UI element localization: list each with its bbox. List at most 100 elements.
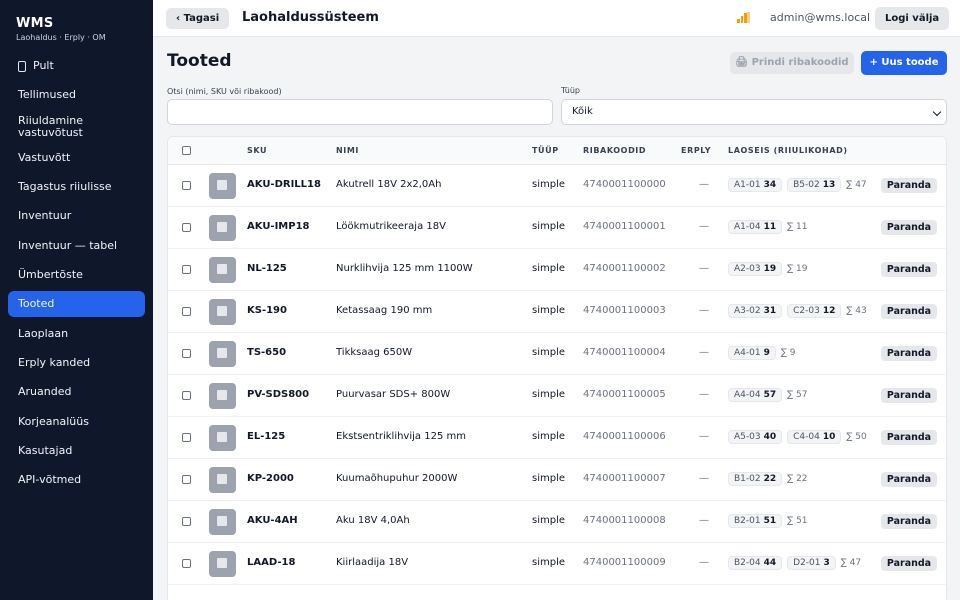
type-select[interactable]: Kõik [561, 99, 947, 125]
edit-button[interactable]: Paranda [881, 346, 937, 361]
row-checkbox[interactable] [182, 559, 191, 568]
product-thumbnail [209, 383, 236, 409]
brand-title: WMS [16, 16, 54, 31]
type-cell: simple [532, 263, 566, 274]
product-thumbnail [209, 341, 236, 367]
row-checkbox[interactable] [182, 181, 191, 190]
row-checkbox[interactable] [182, 391, 191, 400]
sidebar-item-label: Tagastus riiulisse [18, 180, 112, 194]
row-checkbox[interactable] [182, 349, 191, 358]
erply-cell: — [699, 263, 709, 274]
sidebar-item[interactable]: Tagastus riiulisse [8, 174, 145, 200]
sidebar-item[interactable]: API-võtmed [8, 467, 145, 493]
location-chip: A5-03 40 [728, 430, 783, 444]
select-all-checkbox[interactable] [182, 146, 191, 155]
new-product-button[interactable]: + Uus toode [861, 51, 947, 75]
sidebar-item[interactable]: Korjeanalüüs [8, 409, 145, 435]
stock-total: ∑ 50 [846, 432, 867, 442]
product-thumbnail [209, 425, 236, 451]
sidebar-item[interactable]: Kasutajad [8, 438, 145, 464]
sidebar-item-label: Korjeanalüüs [18, 414, 89, 428]
edit-button[interactable]: Paranda [881, 514, 937, 529]
row-checkbox[interactable] [182, 433, 191, 442]
type-cell: simple [532, 221, 566, 232]
name-cell: Kiirlaadija 18V [336, 557, 409, 568]
table-row: NL-125 Nurklihvija 125 mm 1100W simple 4740… [168, 249, 946, 291]
header-erply: ERPLY [681, 146, 712, 155]
table-row: PV-SDS800 Puurvasar SDS+ 800W simple 474000… [168, 375, 946, 417]
edit-button[interactable]: Paranda [881, 430, 937, 445]
edit-button[interactable]: Paranda [881, 388, 937, 403]
barcode-cell: 4740001100002 [583, 263, 666, 274]
row-checkbox[interactable] [182, 307, 191, 316]
sku-cell[interactable]: AKU-4AH [247, 515, 298, 526]
row-checkbox[interactable] [182, 517, 191, 526]
sidebar-item[interactable]: Aruanded [8, 379, 145, 405]
sku-cell[interactable]: NL-125 [247, 263, 287, 274]
logout-button[interactable]: Logi välja [875, 7, 950, 30]
search-input[interactable] [167, 99, 553, 125]
barcode-cell: 4740001100007 [583, 473, 666, 484]
sidebar-item[interactable]: Erply kanded [8, 350, 145, 376]
edit-button[interactable]: Paranda [881, 178, 937, 193]
sidebar-item-label: Vastuvõtt [18, 150, 71, 164]
sidebar: WMS Laohaldus · Erply · OM Pult Tellimuse… [0, 0, 153, 600]
sidebar-item[interactable]: Vastuvõtt [8, 145, 145, 171]
sidebar-item[interactable]: Tellimused [8, 82, 145, 108]
edit-button[interactable]: Paranda [881, 262, 937, 277]
sku-cell[interactable]: EL-125 [247, 431, 285, 442]
print-barcodes-button[interactable]: 🖨 Prindi ribakoodid [730, 52, 854, 74]
name-cell: Ketassaag 190 mm [336, 305, 433, 316]
sidebar-item[interactable]: Tooted [8, 291, 145, 318]
sidebar-item-label: Ümbertõste [18, 268, 83, 282]
row-checkbox[interactable] [182, 223, 191, 232]
sidebar-item[interactable]: Ümbertõste [8, 262, 145, 288]
sku-cell[interactable]: AKU-DRILL18 [247, 179, 321, 190]
edit-button[interactable]: Paranda [881, 472, 937, 487]
location-chip: B2-01 51 [728, 514, 783, 528]
sidebar-item[interactable]: Laoplaan [8, 321, 145, 347]
sidebar-item-label: Kasutajad [18, 443, 73, 457]
location-code: A3-02 [734, 306, 761, 316]
sidebar-item-label: API-võtmed [18, 473, 82, 487]
location-chip: B1-02 22 [728, 472, 783, 486]
type-cell: simple [532, 347, 566, 358]
stock-cell: A3-02 31 C2-03 12 ∑ 43 [728, 304, 867, 318]
sidebar-item[interactable]: Pult [8, 53, 145, 79]
row-checkbox[interactable] [182, 475, 191, 484]
location-qty: 19 [763, 264, 777, 274]
type-cell: simple [532, 473, 566, 484]
erply-cell: — [699, 431, 709, 442]
sku-cell[interactable]: TS-650 [247, 347, 286, 358]
sidebar-item[interactable]: Inventuur — tabel [8, 233, 145, 259]
sidebar-item[interactable]: Riiuldamine vastuvõtust [8, 112, 145, 142]
location-qty: 22 [763, 474, 777, 484]
stock-cell: B2-01 51 ∑ 51 [728, 514, 808, 528]
erply-cell: — [699, 389, 709, 400]
edit-button[interactable]: Paranda [881, 304, 937, 319]
location-qty: 10 [822, 432, 836, 442]
sku-cell[interactable]: KS-190 [247, 305, 287, 316]
name-cell: Puurvasar SDS+ 800W [336, 389, 451, 400]
location-qty: 51 [763, 516, 777, 526]
stock-total: ∑ 11 [787, 222, 808, 232]
sku-cell[interactable]: PV-SDS800 [247, 389, 309, 400]
edit-button[interactable]: Paranda [881, 220, 937, 235]
back-button[interactable]: ‹ Tagasi [166, 8, 230, 29]
name-cell: Kuumaõhupuhur 2000W [336, 473, 458, 484]
name-cell: Löökmutrikeeraja 18V [336, 221, 446, 232]
sku-cell[interactable]: LAAD-18 [247, 557, 295, 568]
sku-cell[interactable]: AKU-IMP18 [247, 221, 310, 232]
sku-cell[interactable]: KP-2000 [247, 473, 294, 484]
location-chip: A1-04 11 [728, 220, 783, 234]
table-row: KP-2000 Kuumaõhupuhur 2000W simple 47400011… [168, 459, 946, 501]
stock-total: ∑ 57 [787, 390, 808, 400]
row-checkbox[interactable] [182, 265, 191, 274]
signal-bars-icon [737, 12, 750, 23]
edit-button[interactable]: Paranda [881, 556, 937, 571]
sidebar-item[interactable]: Inventuur [8, 203, 145, 229]
brand-subtitle: Laohaldus · Erply · OM [16, 33, 106, 42]
location-chip: A4-04 57 [728, 388, 783, 402]
location-code: A1-01 [734, 180, 761, 190]
name-cell: Nurklihvija 125 mm 1100W [336, 263, 473, 274]
